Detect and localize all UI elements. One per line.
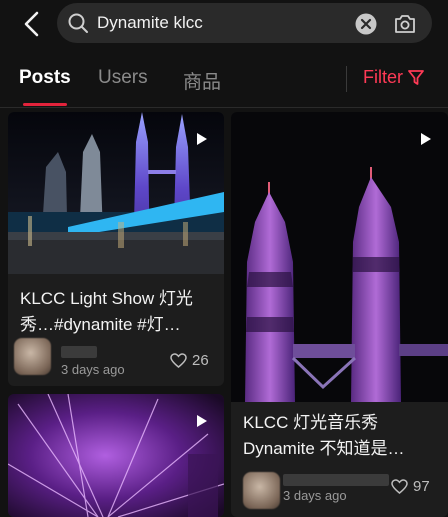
tab-bar: Posts Users 商品 Filter [0, 52, 448, 108]
post-thumbnail [8, 112, 224, 274]
heart-icon [391, 479, 408, 494]
tab-posts[interactable]: Posts [19, 67, 71, 106]
post-title: KLCC Light Show 灯光秀…#dynamite #灯… [20, 289, 193, 334]
video-play-icon [197, 415, 207, 427]
like-count: 26 [192, 352, 209, 369]
heart-icon [170, 353, 187, 368]
tab-divider [346, 66, 347, 92]
username-blurred[interactable] [283, 474, 389, 486]
post-card[interactable] [8, 394, 224, 517]
tab-users[interactable]: Users [98, 67, 148, 89]
search-input[interactable]: Dynamite klcc [97, 13, 203, 33]
search-icon [68, 13, 88, 33]
video-play-icon [421, 133, 431, 145]
post-title: KLCC 灯光音乐秀 Dynamite 不知道是… [243, 413, 405, 458]
chevron-left-icon[interactable] [18, 10, 46, 38]
like-button[interactable]: 26 [170, 352, 209, 369]
clear-circle-icon[interactable] [355, 13, 377, 35]
post-thumbnail [8, 394, 224, 517]
avatar[interactable] [14, 338, 51, 375]
like-count: 97 [413, 478, 430, 495]
filter-label: Filter [363, 67, 403, 87]
video-play-icon [197, 133, 207, 145]
post-card[interactable]: KLCC Light Show 灯光秀…#dynamite #灯… 3 days… [8, 112, 224, 386]
post-date: 3 days ago [283, 488, 347, 503]
avatar[interactable] [243, 472, 280, 509]
tab-products[interactable]: 商品 [183, 67, 221, 94]
filter-button[interactable]: Filter [363, 67, 425, 88]
post-card[interactable]: KLCC 灯光音乐秀 Dynamite 不知道是… 3 days ago 97 [231, 112, 448, 517]
camera-search-icon[interactable] [393, 13, 417, 35]
funnel-icon [408, 69, 424, 85]
username-blurred[interactable] [61, 346, 97, 358]
header-bar: Dynamite klcc [0, 0, 448, 48]
post-date: 3 days ago [61, 362, 125, 377]
search-bar[interactable]: Dynamite klcc [57, 3, 432, 43]
post-thumbnail [231, 112, 448, 402]
like-button[interactable]: 97 [391, 478, 430, 495]
